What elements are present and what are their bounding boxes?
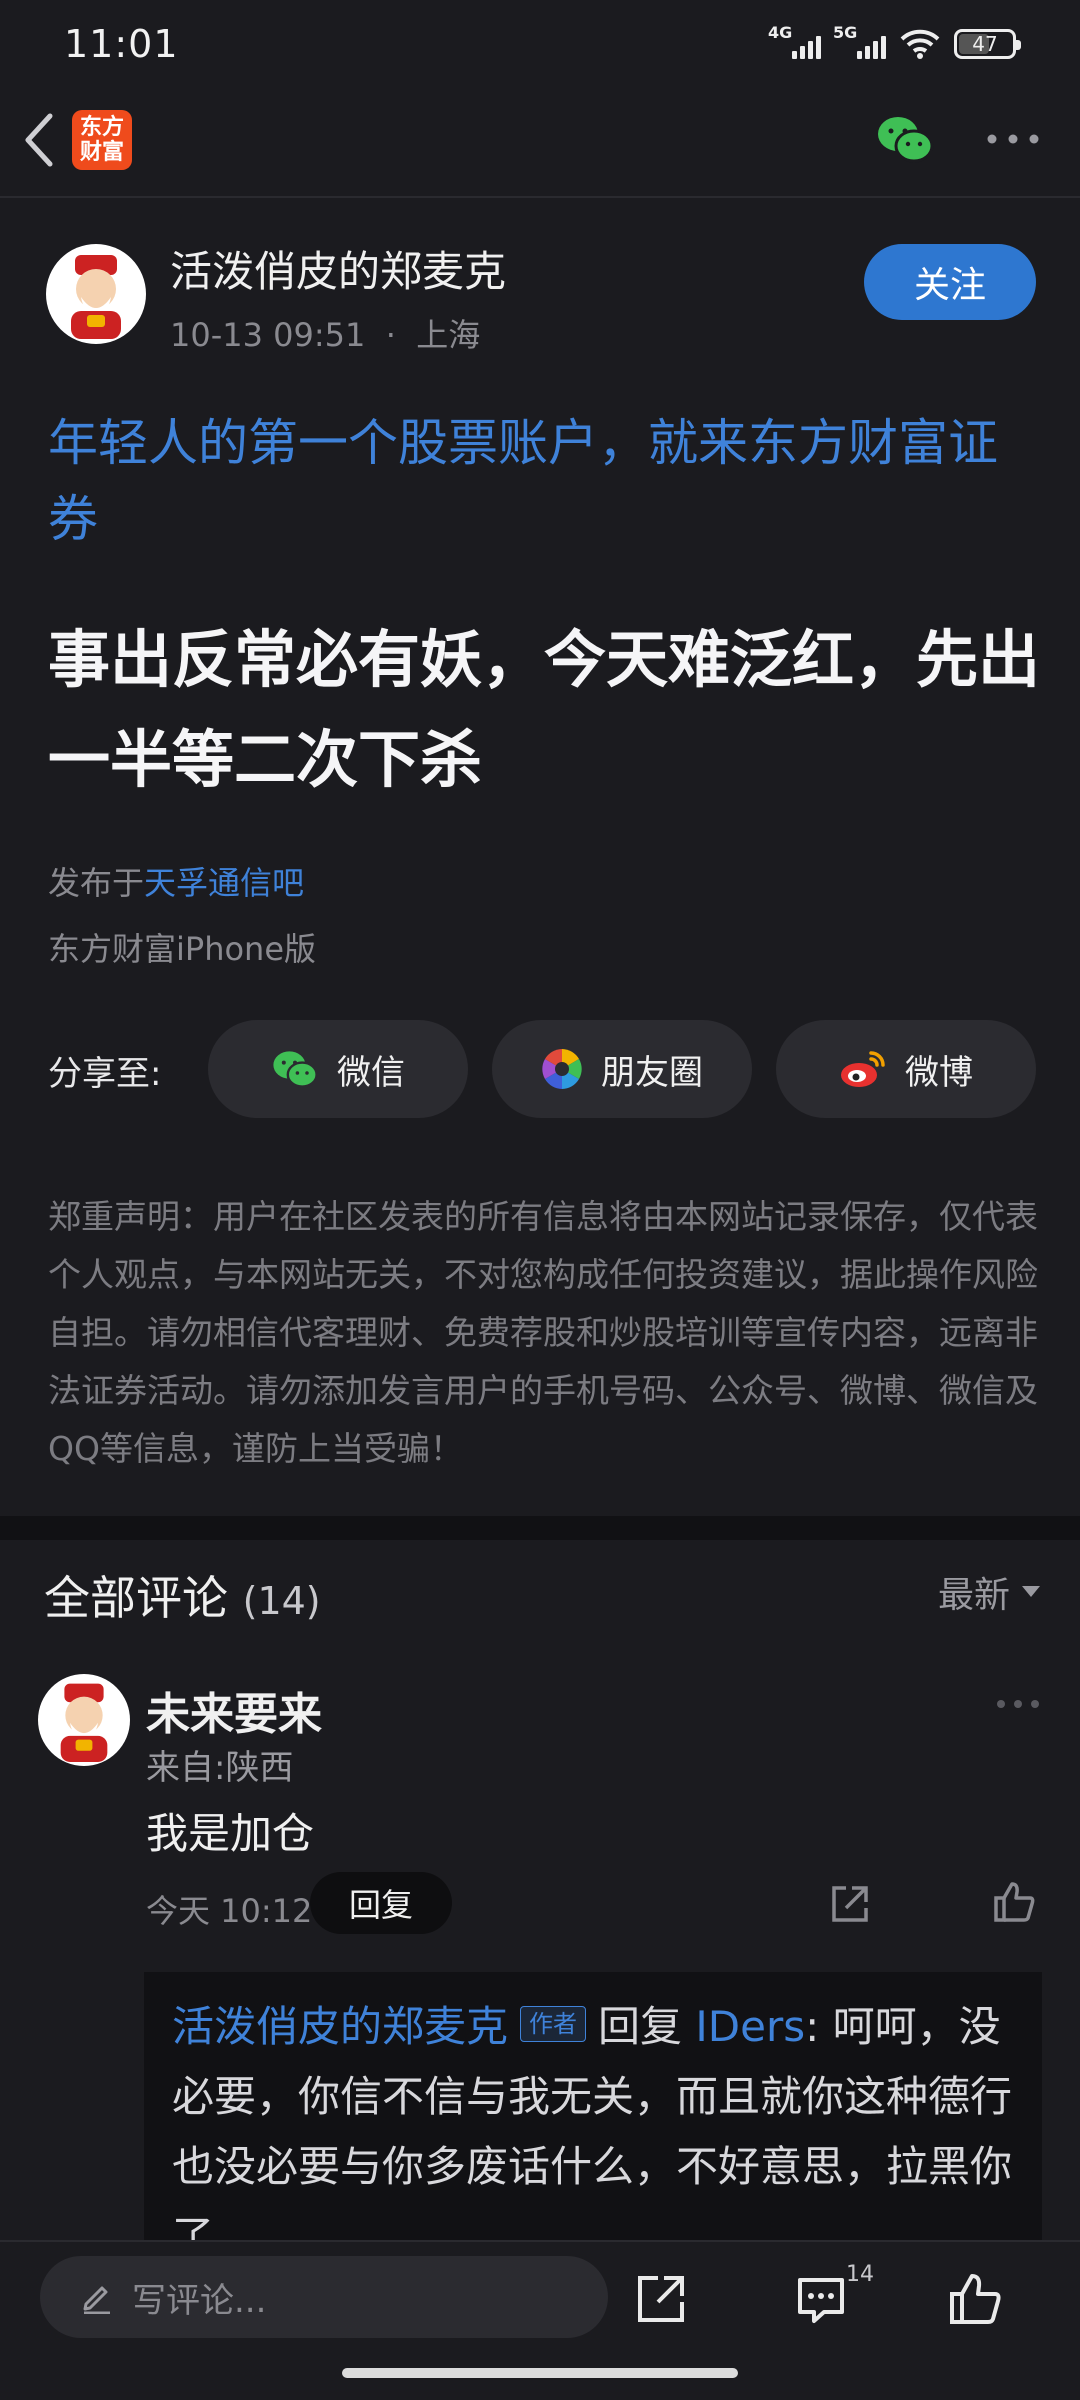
reply-button[interactable]: 回复 (310, 1872, 452, 1934)
comment-text: 我是加仓 (146, 1809, 315, 1858)
app-logo[interactable]: 东方 财富 (72, 110, 132, 170)
promo-link[interactable]: 年轻人的第一个股票账户，就来东方财富证券 (48, 405, 1038, 557)
section-divider (0, 1516, 1080, 1540)
comment-count-badge: 14 (846, 2262, 874, 2287)
commenter-avatar[interactable] (38, 1674, 130, 1766)
share-icon[interactable] (636, 2274, 686, 2324)
follow-button[interactable]: 关注 (864, 244, 1036, 320)
disclaimer-text: 郑重声明：用户在社区发表的所有信息将由本网站记录保存，仅代表个人观点，与本网站无… (48, 1197, 1038, 1468)
comments-icon[interactable] (796, 2274, 846, 2324)
comment-share-icon[interactable] (828, 1882, 872, 1926)
client-source: 东方财富iPhone版 (48, 930, 317, 968)
post-title: 事出反常必有妖，今天难泛红，先出一半等二次下杀 (48, 623, 1041, 796)
sort-dropdown[interactable]: 最新 (938, 1566, 1040, 1618)
reply-target-name[interactable]: IDers (695, 2002, 805, 2051)
more-icon[interactable] (986, 132, 1040, 146)
status-icons: 4G 5G 47 (768, 23, 1021, 60)
comments-title: 全部评论 (14) (44, 1571, 321, 1625)
wechat-icon (273, 1051, 318, 1088)
battery-level: 47 (972, 32, 998, 56)
pencil-icon (83, 2286, 110, 2314)
comments-count: (14) (242, 1579, 321, 1623)
moments-icon (542, 1049, 582, 1089)
author-tag: 作者 (520, 2005, 587, 2042)
forum-link[interactable]: 天孚通信吧 (144, 864, 304, 902)
weibo-icon (841, 1051, 885, 1087)
comment-time: 今天 10:12 (146, 1892, 313, 1930)
caret-down-icon (1022, 1586, 1040, 1597)
commenter-name[interactable]: 未来要来 (146, 1678, 322, 1742)
god-of-wealth-avatar-icon (60, 1683, 108, 1762)
post-meta: 10-13 09:51 · 上海 (170, 316, 481, 354)
signal-5g-icon: 5G (833, 23, 886, 59)
comment-input[interactable]: 写评论... (40, 2256, 608, 2338)
god-of-wealth-avatar-icon (71, 255, 121, 339)
comment-like-icon[interactable] (992, 1880, 1036, 1924)
battery-icon: 47 (954, 29, 1021, 59)
published-in: 发布于天孚通信吧 (48, 864, 305, 902)
home-indicator[interactable] (342, 2368, 738, 2378)
signal-4g-icon: 4G (768, 23, 821, 59)
wifi-icon (900, 29, 940, 59)
share-wechat-button[interactable]: 微信 (208, 1020, 468, 1118)
back-chevron-icon[interactable] (20, 112, 60, 168)
header-divider (0, 196, 1080, 198)
like-icon[interactable] (948, 2272, 1002, 2326)
share-weibo-button[interactable]: 微博 (776, 1020, 1036, 1118)
comment-input-placeholder: 写评论... (132, 2280, 267, 2321)
author-name[interactable]: 活泼俏皮的郑麦克 (170, 238, 506, 299)
commenter-location: 来自:陕西 (146, 1748, 294, 1788)
author-reply[interactable]: 活泼俏皮的郑麦克 作者 回复 IDers: 呵呵，没必要，你信不信与我无关，而且就你… (144, 1972, 1042, 2242)
reply-verb: 回复 (598, 2002, 683, 2051)
share-moments-button[interactable]: 朋友圈 (492, 1020, 752, 1118)
reply-author-name[interactable]: 活泼俏皮的郑麦克 (172, 2002, 508, 2051)
share-label: 分享至: (48, 1054, 162, 1094)
wechat-share-icon[interactable] (876, 114, 934, 164)
status-time: 11:01 (64, 22, 179, 66)
author-avatar[interactable] (46, 244, 146, 344)
comment-more-icon[interactable] (996, 1698, 1040, 1710)
